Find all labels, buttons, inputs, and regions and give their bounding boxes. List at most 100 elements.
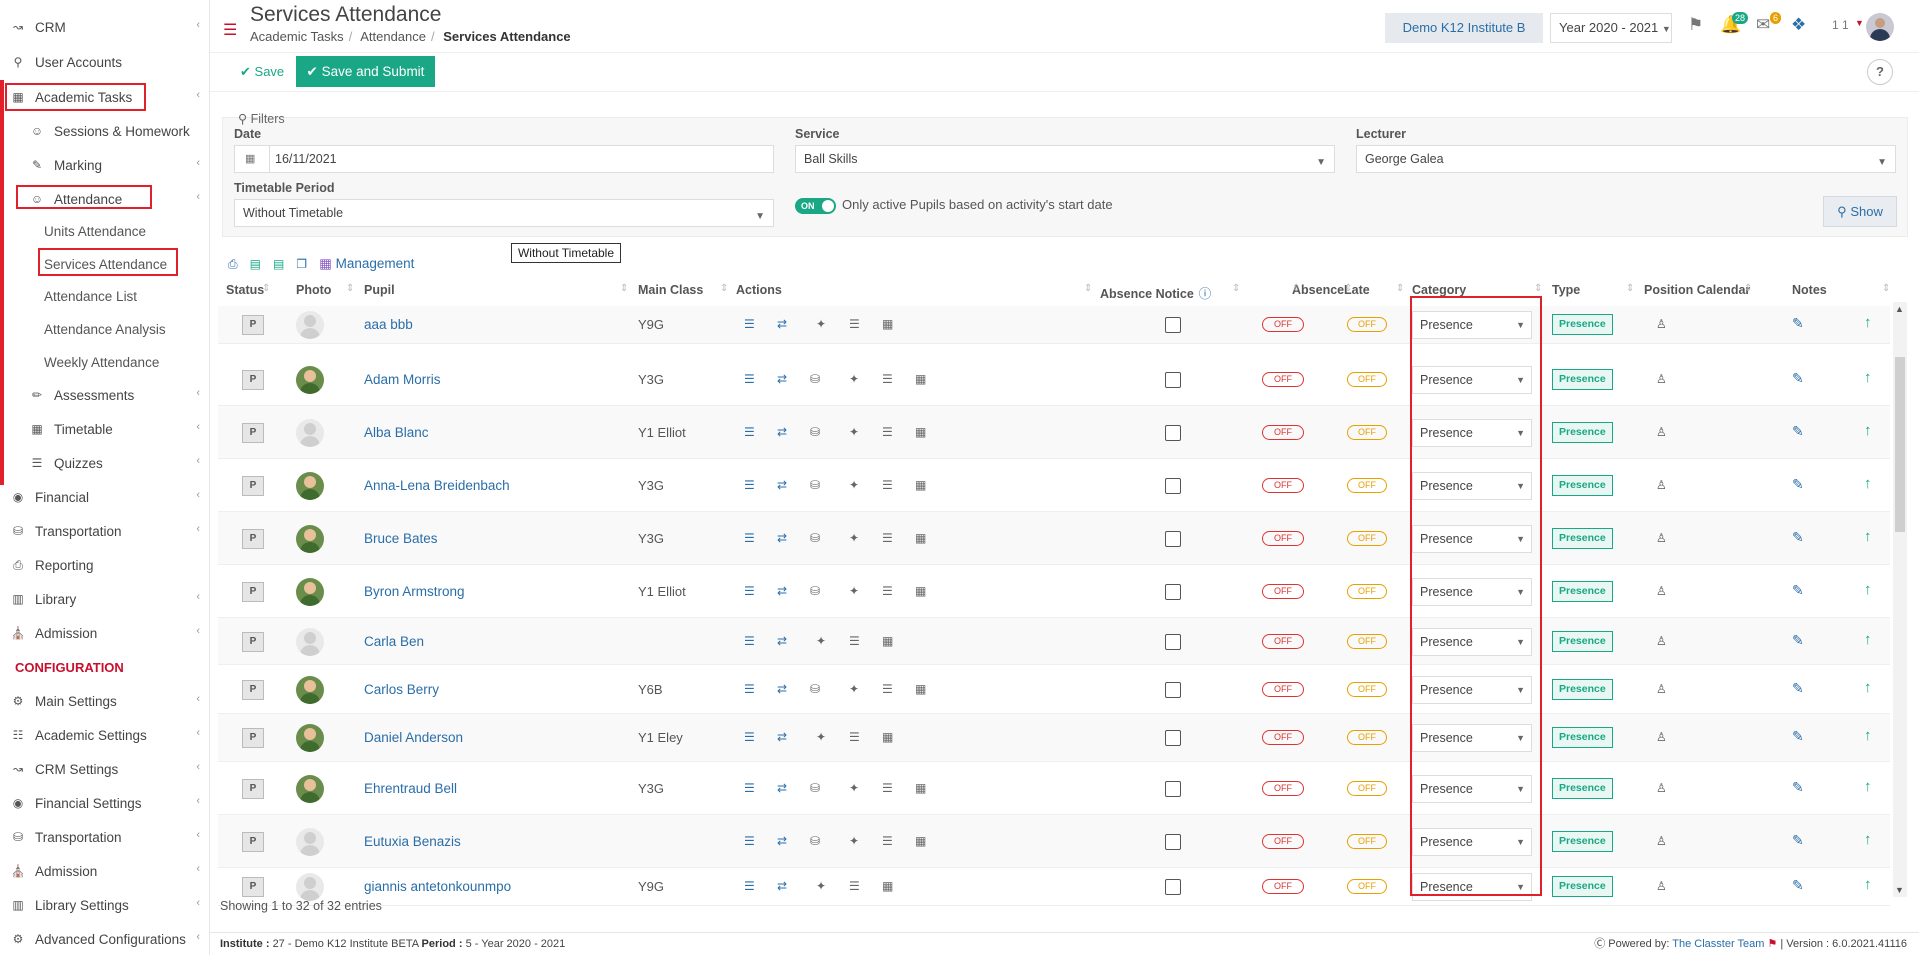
notes-edit-icon[interactable]: ✎ [1792, 423, 1804, 440]
user-caret-icon[interactable]: ▼ [1855, 18, 1864, 28]
late-toggle[interactable]: OFF [1347, 583, 1387, 599]
sort-icon[interactable]: ⇕ [1084, 283, 1092, 294]
shuffle-icon[interactable]: ⇄ [777, 730, 787, 744]
institute-button[interactable]: Demo K12 Institute B [1385, 13, 1543, 43]
column-header-type[interactable]: Type [1552, 283, 1580, 297]
nodes-icon[interactable]: ✦ [849, 834, 859, 848]
print-icon[interactable]: ⎙ [228, 257, 238, 272]
position-calendar-icon[interactable]: ♙ [1656, 682, 1667, 696]
list-icon[interactable]: ☰ [744, 425, 755, 439]
sort-icon[interactable]: ⇕ [1882, 283, 1890, 294]
absence-notice-checkbox[interactable] [1165, 633, 1181, 650]
sidebar-item-user-accounts[interactable]: ⚲ User Accounts [0, 45, 209, 79]
position-calendar-icon[interactable]: ♙ [1656, 372, 1667, 386]
flag-icon[interactable]: ⚑ [1688, 15, 1703, 35]
bus-icon[interactable]: ⛁ [810, 478, 820, 492]
checklist-icon[interactable]: ☰ [882, 478, 893, 492]
checklist-icon[interactable]: ☰ [882, 425, 893, 439]
absence-toggle[interactable]: OFF [1262, 583, 1304, 599]
arrow-up-icon[interactable]: ↑ [1864, 422, 1872, 439]
sidebar-item-admission[interactable]: ⛪ Admission ‹ [0, 854, 209, 888]
nodes-icon[interactable]: ✦ [849, 372, 859, 386]
sort-icon[interactable]: ⇕ [720, 283, 728, 294]
list-icon[interactable]: ☰ [744, 584, 755, 598]
checklist-icon[interactable]: ☰ [882, 781, 893, 795]
checklist-icon[interactable]: ☰ [849, 317, 860, 331]
sort-icon[interactable]: ⇕ [1396, 283, 1404, 294]
bus-icon[interactable]: ⛁ [810, 781, 820, 795]
save-and-submit-button[interactable]: ✔ Save and Submit [296, 56, 435, 87]
timetable-period-select[interactable]: Without Timetable ▼ [234, 199, 774, 227]
late-toggle[interactable]: OFF [1347, 780, 1387, 796]
calendar-icon[interactable]: ▦ [915, 425, 926, 439]
sidebar-item-crm-settings[interactable]: ↝ CRM Settings ‹ [0, 752, 209, 786]
status-badge[interactable]: P [242, 475, 264, 496]
arrow-up-icon[interactable]: ↑ [1864, 876, 1872, 893]
absence-notice-checkbox[interactable] [1165, 371, 1181, 388]
sidebar-item-units-attendance[interactable]: Units Attendance [0, 214, 209, 248]
arrow-up-icon[interactable]: ↑ [1864, 528, 1872, 545]
service-select[interactable]: Ball Skills ▼ [795, 145, 1335, 173]
pupil-name-link[interactable]: Anna-Lena Breidenbach [364, 478, 510, 493]
arrow-up-icon[interactable]: ↑ [1864, 727, 1872, 744]
late-toggle[interactable]: OFF [1347, 879, 1387, 894]
absence-toggle[interactable]: OFF [1262, 371, 1304, 387]
breadcrumb-attendance[interactable]: Attendance [360, 29, 426, 44]
column-header-pupil[interactable]: Pupil [364, 283, 395, 297]
checklist-icon[interactable]: ☰ [849, 634, 860, 648]
sidebar-item-crm[interactable]: ↝ CRM ‹ [0, 10, 209, 44]
column-header-notes[interactable]: Notes [1792, 283, 1827, 297]
checklist-icon[interactable]: ☰ [849, 879, 860, 893]
pupil-name-link[interactable]: Ehrentraud Bell [364, 781, 457, 796]
late-toggle[interactable]: OFF [1347, 681, 1387, 697]
layers-icon[interactable]: ❖ [1791, 15, 1806, 35]
shuffle-icon[interactable]: ⇄ [777, 531, 787, 545]
absence-notice-checkbox[interactable] [1165, 730, 1181, 746]
nodes-icon[interactable]: ✦ [849, 584, 859, 598]
list-icon[interactable]: ☰ [744, 879, 755, 893]
late-toggle[interactable]: OFF [1347, 317, 1387, 332]
pupil-name-link[interactable]: Alba Blanc [364, 425, 429, 440]
save-button[interactable]: ✔ Save [236, 59, 288, 85]
show-button[interactable]: ⚲ Show [1823, 196, 1897, 227]
nodes-icon[interactable]: ✦ [849, 531, 859, 545]
absence-toggle[interactable]: OFF [1262, 833, 1304, 849]
arrow-up-icon[interactable]: ↑ [1864, 475, 1872, 492]
pupil-name-link[interactable]: Adam Morris [364, 372, 441, 387]
pupil-name-link[interactable]: aaa bbb [364, 317, 413, 332]
absence-toggle[interactable]: OFF [1262, 317, 1304, 332]
pupil-name-link[interactable]: Carlos Berry [364, 682, 439, 697]
status-badge[interactable]: P [242, 528, 264, 549]
absence-notice-checkbox[interactable] [1165, 530, 1181, 547]
shuffle-icon[interactable]: ⇄ [777, 317, 787, 331]
position-calendar-icon[interactable]: ♙ [1656, 730, 1667, 744]
sidebar-item-financial-settings[interactable]: ◉ Financial Settings ‹ [0, 786, 209, 820]
list-icon[interactable]: ☰ [744, 730, 755, 744]
absence-toggle[interactable]: OFF [1262, 424, 1304, 440]
column-header-absence-notice[interactable]: Absence Notice ⓘ [1100, 283, 1211, 302]
notes-edit-icon[interactable]: ✎ [1792, 582, 1804, 599]
position-calendar-icon[interactable]: ♙ [1656, 317, 1667, 331]
pupil-name-link[interactable]: Eutuxia Benazis [364, 834, 461, 849]
absence-notice-checkbox[interactable] [1165, 681, 1181, 698]
sidebar-item-marking[interactable]: ✎ Marking ‹ [0, 148, 209, 182]
calendar-icon[interactable]: ▦ [882, 317, 893, 331]
nodes-icon[interactable]: ✦ [816, 634, 826, 648]
sidebar-item-admission[interactable]: ⛪ Admission ‹ [0, 616, 209, 650]
lecturer-select[interactable]: George Galea ▼ [1356, 145, 1896, 173]
list-icon[interactable]: ☰ [744, 478, 755, 492]
absence-notice-checkbox[interactable] [1165, 477, 1181, 494]
shuffle-icon[interactable]: ⇄ [777, 584, 787, 598]
arrow-up-icon[interactable]: ↑ [1864, 831, 1872, 848]
notes-edit-icon[interactable]: ✎ [1792, 832, 1804, 849]
sort-icon[interactable]: ⇕ [1292, 283, 1300, 294]
scroll-down-icon[interactable]: ▼ [1895, 885, 1904, 895]
copy-icon[interactable]: ❐ [296, 257, 307, 271]
status-badge[interactable]: P [242, 778, 264, 799]
shuffle-icon[interactable]: ⇄ [777, 425, 787, 439]
late-toggle[interactable]: OFF [1347, 633, 1387, 649]
pupil-name-link[interactable]: giannis antetonkounmpo [364, 879, 511, 894]
notes-edit-icon[interactable]: ✎ [1792, 476, 1804, 493]
status-badge[interactable]: P [242, 581, 264, 602]
csv-icon[interactable]: ▤ [273, 257, 284, 271]
